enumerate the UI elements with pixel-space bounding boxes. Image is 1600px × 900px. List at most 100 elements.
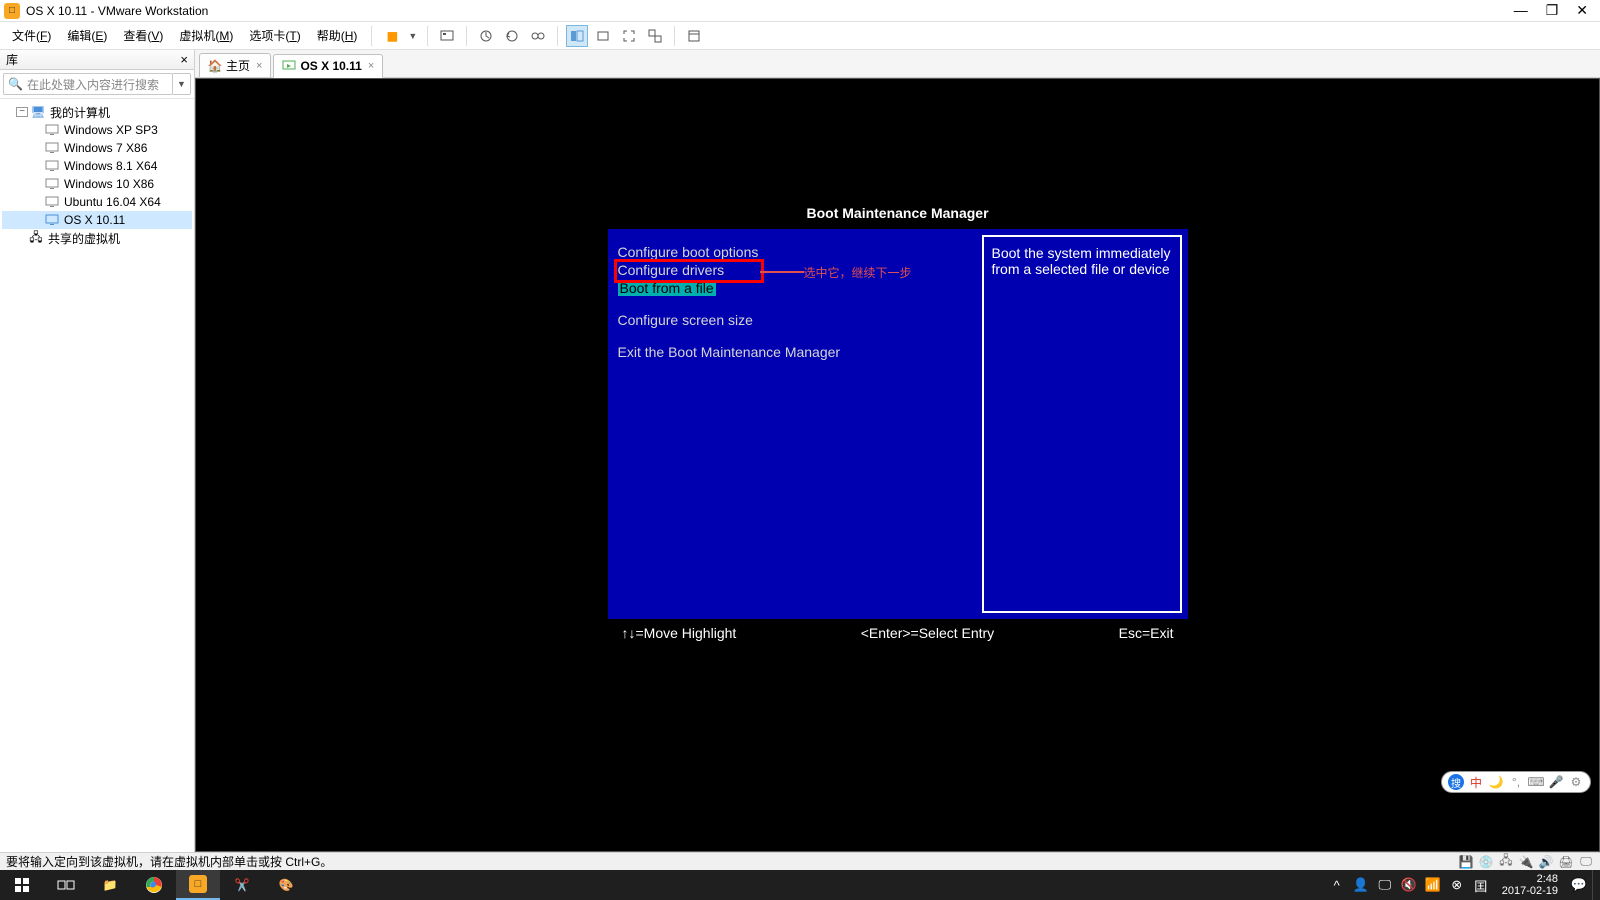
home-icon: 🏠 [208,59,222,73]
power-dropdown[interactable]: ▼ [406,31,419,41]
show-desktop-button[interactable] [1592,870,1598,900]
menu-tabs[interactable]: 选项卡(T) [243,25,306,46]
tree-label: Windows XP SP3 [64,123,158,137]
taskbar-chrome[interactable] [132,870,176,900]
library-sidebar: 库 × 🔍 在此处键入内容进行搜索 ▼ − 🖥 我的计算机 Windows XP… [0,50,195,852]
ime-logo-icon: 搜 [1448,774,1464,790]
vm-icon [44,195,60,209]
menu-edit[interactable]: 编辑(E) [61,25,113,46]
tree-vm-item[interactable]: Windows 8.1 X64 [2,157,192,175]
tree-shared-vms[interactable]: 🖧 共享的虚拟机 [2,229,192,247]
tab-home[interactable]: 🏠 主页 × [199,53,271,77]
separator [427,26,428,46]
tree-vm-item[interactable]: Ubuntu 16.04 X64 [2,193,192,211]
tree-vm-item[interactable]: Windows 10 X86 [2,175,192,193]
device-usb-icon[interactable]: 🔌 [1518,855,1534,869]
sidebar-close-button[interactable]: × [180,52,188,67]
tray-volume-icon[interactable]: 🔇 [1398,870,1420,900]
task-view-button[interactable] [44,870,88,900]
tree-label: Windows 8.1 X64 [64,159,157,173]
menu-file[interactable]: 文件(F) [6,25,57,46]
ime-settings-icon[interactable]: ⚙ [1568,774,1584,790]
bios-footer: ↑↓=Move Highlight <Enter>=Select Entry E… [608,619,1188,647]
tree-vm-item[interactable]: Windows 7 X86 [2,139,192,157]
sidebar-header: 库 × [0,50,194,70]
action-center-button[interactable]: 💬 [1568,870,1590,900]
ime-keyboard-icon[interactable]: ⌨ [1528,774,1544,790]
vmware-icon: □ [4,3,20,19]
menu-vm[interactable]: 虚拟机(M) [173,25,239,46]
search-dropdown[interactable]: ▼ [173,73,191,95]
annotation-line [760,271,804,273]
tree-label: Windows 10 X86 [64,177,154,191]
vm-tree: − 🖥 我的计算机 Windows XP SP3 Windows 7 X86 W… [0,99,194,852]
vm-icon [44,213,60,227]
tree-vm-item-selected[interactable]: OS X 10.11 [2,211,192,229]
computer-icon: 🖥 [30,105,46,119]
separator [371,26,372,46]
menu-help[interactable]: 帮助(H) [311,25,364,46]
tray-network-icon[interactable]: 📶 [1422,870,1444,900]
send-ctrl-alt-del-button[interactable] [436,25,458,47]
device-hdd-icon[interactable]: 💾 [1458,855,1474,869]
console-view-button[interactable] [566,25,588,47]
start-button[interactable] [0,870,44,900]
taskbar-paint[interactable]: 🎨 [264,870,308,900]
tray-ime-icon[interactable]: 囯 [1470,870,1492,900]
bios-menu: Configure boot options Configure drivers… [608,229,976,619]
bios-screen: Boot Maintenance Manager Configure boot … [608,205,1188,647]
search-input[interactable]: 🔍 在此处键入内容进行搜索 [3,73,173,95]
unity-button[interactable] [644,25,666,47]
taskbar-snipping[interactable]: ✂️ [220,870,264,900]
tray-close-icon[interactable]: ⊗ [1446,870,1468,900]
close-button[interactable]: ✕ [1576,2,1588,19]
ime-toolbar[interactable]: 搜 中 🌙 °, ⌨ 🎤 ⚙ [1441,771,1591,793]
maximize-button[interactable]: ❐ [1546,2,1559,19]
tree-vm-item[interactable]: Windows XP SP3 [2,121,192,139]
vm-running-icon [282,59,296,73]
menu-view[interactable]: 查看(V) [117,25,169,46]
single-window-button[interactable] [592,25,614,47]
clock-time: 2:48 [1502,873,1558,885]
library-button[interactable] [683,25,705,47]
fullscreen-button[interactable] [618,25,640,47]
minimize-button[interactable]: — [1514,2,1528,19]
bios-menu-item[interactable]: Configure screen size [618,311,966,329]
clock-date: 2017-02-19 [1502,885,1558,897]
tray-monitor-icon[interactable]: 🖵 [1374,870,1396,900]
vm-icon [44,141,60,155]
bios-menu-item[interactable]: Exit the Boot Maintenance Manager [618,343,966,361]
tree-label: Ubuntu 16.04 X64 [64,195,161,209]
revert-snapshot-button[interactable] [501,25,523,47]
tray-chevron-up-icon[interactable]: ^ [1326,870,1348,900]
device-network-icon[interactable]: 🖧 [1498,855,1514,869]
device-cd-icon[interactable]: 💿 [1478,855,1494,869]
vm-console[interactable]: Boot Maintenance Manager Configure boot … [195,78,1600,852]
tab-label: OS X 10.11 [300,59,361,73]
tray-people-icon[interactable]: 👤 [1350,870,1372,900]
tree-label: OS X 10.11 [64,213,125,227]
ime-punct-icon[interactable]: °, [1508,774,1524,790]
bios-help-panel: Boot the system immediately from a selec… [982,235,1182,613]
vm-icon [44,159,60,173]
tab-close-button[interactable]: × [368,60,374,72]
ime-voice-icon[interactable]: 🎤 [1548,774,1564,790]
device-sound-icon[interactable]: 🔊 [1538,855,1554,869]
collapse-toggle[interactable]: − [16,107,28,117]
ime-moon-icon[interactable]: 🌙 [1488,774,1504,790]
taskbar-explorer[interactable]: 📁 [88,870,132,900]
content-area: 🏠 主页 × OS X 10.11 × Boot Maintenance Man… [195,50,1600,852]
taskbar-clock[interactable]: 2:48 2017-02-19 [1494,873,1566,897]
tab-close-button[interactable]: × [256,60,262,72]
taskbar-vmware[interactable]: □ [176,870,220,900]
manage-snapshot-button[interactable] [527,25,549,47]
pause-button[interactable]: ▮▮ [380,25,402,47]
statusbar: 要将输入定向到该虚拟机，请在虚拟机内部单击或按 Ctrl+G。 💾 💿 🖧 🔌 … [0,852,1600,870]
snapshot-button[interactable] [475,25,497,47]
sidebar-title: 库 [6,51,18,68]
device-display-icon[interactable]: 🖵 [1578,855,1594,869]
ime-mode-button[interactable]: 中 [1468,774,1484,790]
tab-vm[interactable]: OS X 10.11 × [273,54,383,78]
tree-root-my-computer[interactable]: − 🖥 我的计算机 [2,103,192,121]
device-printer-icon[interactable]: 🖨 [1558,855,1574,869]
